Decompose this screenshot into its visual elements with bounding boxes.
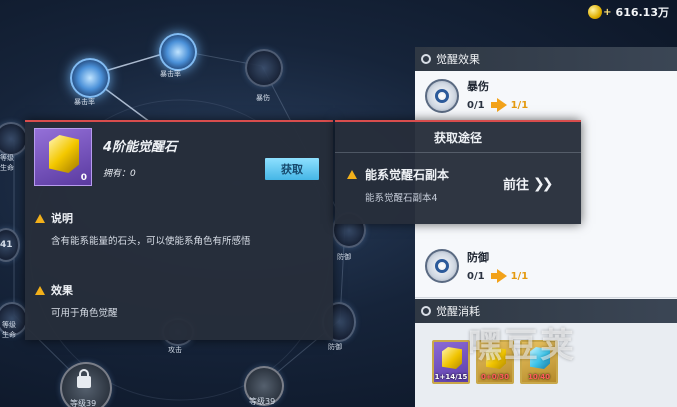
effect-current: 0/1 — [467, 99, 485, 111]
path-sub: 能系觉醒石副本4 — [365, 193, 438, 204]
effect-progress: 0/1 1/1 — [467, 98, 528, 112]
skill-node-label: 等级 生命 — [2, 321, 16, 339]
effect-next: 1/1 — [510, 99, 529, 111]
effect-title: 效果 — [51, 284, 73, 297]
awaken-cost-title: 觉醒消耗 — [436, 305, 480, 318]
gold-coin-icon — [588, 5, 603, 19]
awaken-effect-header: 觉醒效果 — [415, 47, 677, 71]
awaken-effect-title: 觉醒效果 — [436, 53, 480, 66]
effect-row-crit-damage[interactable]: 暴伤 0/1 1/1 — [415, 71, 677, 124]
game-screen: 暴击率 暴击率 暴伤 等级 生命 41 防御 等级 生命 攻击 防御 等级39 … — [0, 0, 677, 407]
double-chevron-right-icon: ❯❯ — [533, 175, 554, 192]
skill-node-crit-damage[interactable] — [245, 49, 283, 87]
skill-node-label: 等级39 — [70, 399, 97, 407]
cost-item-qty: 10/40 — [527, 373, 551, 381]
effect-progress: 0/1 1/1 — [467, 269, 528, 283]
crit-damage-icon — [425, 79, 459, 113]
acquire-popup-title: 获取途径 — [433, 131, 482, 145]
goto-label: 前往 — [503, 178, 530, 193]
skill-node-label: 等级 生命 — [0, 154, 14, 172]
desc-title: 说明 — [51, 212, 73, 225]
skill-node-label: 等级39 — [249, 397, 276, 406]
skill-node-label: 41 — [0, 240, 13, 250]
effect-name: 暴伤 — [467, 80, 489, 93]
acquire-path-entry[interactable]: 能系觉醒石副本 能系觉醒石副本4 前往 ❯❯ — [343, 160, 573, 214]
item-count: 0 — [80, 173, 87, 183]
path-name: 能系觉醒石副本 — [365, 168, 450, 182]
awaken-stone-icon — [442, 347, 462, 369]
skill-node-crit-rate-1[interactable] — [159, 33, 197, 71]
item-title: 4阶能觉醒石 — [103, 140, 178, 155]
effect-section-title: 效果 — [35, 282, 73, 298]
effect-text: 可用于角色觉醒 — [51, 308, 118, 319]
currency-amount: 616.13万 — [615, 6, 669, 19]
effect-next: 1/1 — [510, 270, 529, 282]
item-tooltip: 0 4阶能觉醒石 拥有：0 获取 说明 含有能系能量的石头，可以使能系角色有所感… — [25, 120, 333, 340]
gear-icon — [421, 306, 431, 316]
skill-node-label: 暴击率 — [74, 98, 95, 106]
gear-icon — [421, 54, 431, 64]
acquire-path-popup: 获取途径 能系觉醒石副本 能系觉醒石副本4 前往 ❯❯ — [335, 120, 581, 224]
cost-item-qty: 1+14/15 — [434, 373, 468, 381]
cost-item-awaken-stone[interactable]: 1+14/15 — [432, 340, 470, 384]
lock-icon — [77, 369, 91, 388]
effect-row-defense[interactable]: 防御 0/1 1/1 — [415, 239, 677, 298]
skill-node-crit-rate-2[interactable] — [70, 58, 110, 98]
watermark: 嘿豆荚 — [468, 326, 576, 366]
triangle-icon — [35, 213, 45, 223]
item-owned: 拥有：0 — [103, 169, 136, 179]
desc-section-title: 说明 — [35, 210, 73, 226]
effect-name: 防御 — [467, 251, 489, 264]
currency-display: + 616.13万 — [588, 4, 669, 20]
triangle-icon — [35, 285, 45, 295]
divider — [335, 152, 581, 153]
arrow-right-icon — [490, 98, 507, 112]
triangle-icon — [347, 170, 357, 179]
skill-node-label: 暴击率 — [160, 70, 181, 78]
cost-item-qty: 0+0/30 — [481, 373, 509, 381]
goto-button[interactable]: 前往 ❯❯ — [503, 174, 554, 194]
desc-text: 含有能系能量的石头，可以使能系角色有所感悟 — [51, 236, 251, 247]
currency-plus: + — [603, 6, 612, 18]
awaken-stone-item-icon: 0 — [34, 128, 92, 186]
skill-node-label: 防御 — [337, 253, 351, 261]
awaken-stone-gem-icon — [49, 135, 79, 173]
skill-node-label: 攻击 — [168, 346, 182, 354]
arrow-right-icon — [490, 269, 507, 283]
acquire-button[interactable]: 获取 — [265, 158, 319, 180]
effect-current: 0/1 — [467, 270, 485, 282]
skill-node-label: 防御 — [328, 343, 342, 351]
defense-shield-icon — [425, 249, 459, 283]
skill-node-label: 暴伤 — [256, 94, 270, 102]
